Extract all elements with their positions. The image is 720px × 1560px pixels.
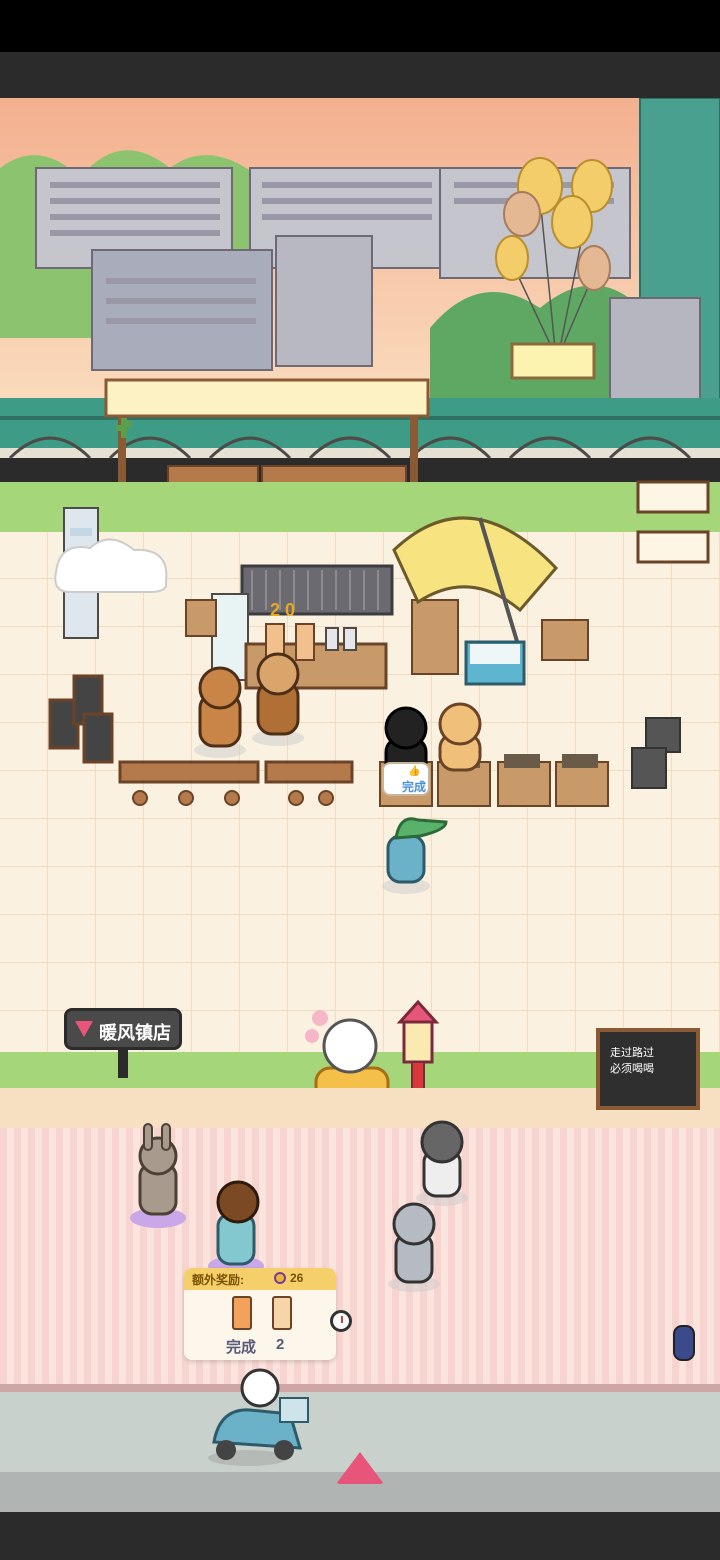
coin-icon (274, 1272, 286, 1284)
bonus-count: 2 (276, 1336, 285, 1353)
order-status: 完成 (402, 780, 427, 794)
status-bar (0, 0, 720, 52)
wifi-signal-icon (75, 1021, 93, 1037)
thumbs-up-icon: 👍 (408, 766, 421, 777)
counter-digits: 2 0 (270, 600, 295, 620)
drink-cup-1 (232, 1296, 252, 1330)
bonus-label: 额外奖励: (192, 1273, 244, 1287)
chalkboard-line-2: 必须喝喝 (610, 1062, 654, 1075)
chalkboard-line-1: 走过路过 (610, 1046, 654, 1059)
navigation-bar (0, 1512, 720, 1560)
chalkboard: 走过路过 必须喝喝 (596, 1028, 700, 1110)
bonus-status: 完成 (226, 1339, 257, 1356)
pink-street (0, 1128, 720, 1384)
game-scene[interactable]: 2 0 暖风镇店 👍 完成 走过路过 必须喝喝 额外奖励: 26 完成 2 (0, 98, 720, 1512)
grass-top (0, 482, 720, 532)
fire-hydrant (673, 1325, 695, 1361)
clock-icon[interactable] (330, 1310, 352, 1332)
cat-customer-1 (194, 666, 246, 758)
grey-cat-customer-2 (388, 1202, 440, 1292)
store-sign[interactable]: 暖风镇店 (64, 1008, 182, 1050)
order-complete-bubble[interactable]: 👍 完成 (382, 762, 430, 796)
grey-cat-customer-1 (416, 1120, 468, 1206)
drink-cup-2 (272, 1296, 292, 1330)
store-name: 暖风镇店 (99, 1023, 171, 1043)
store-sign-post (118, 1048, 128, 1078)
cat-staff-orange (438, 702, 482, 772)
bonus-reward-panel[interactable]: 额外奖励: 26 完成 2 (184, 1268, 336, 1360)
scene-svg: 2 0 (0, 98, 720, 1512)
bonus-coin-amount: 26 (290, 1271, 304, 1285)
